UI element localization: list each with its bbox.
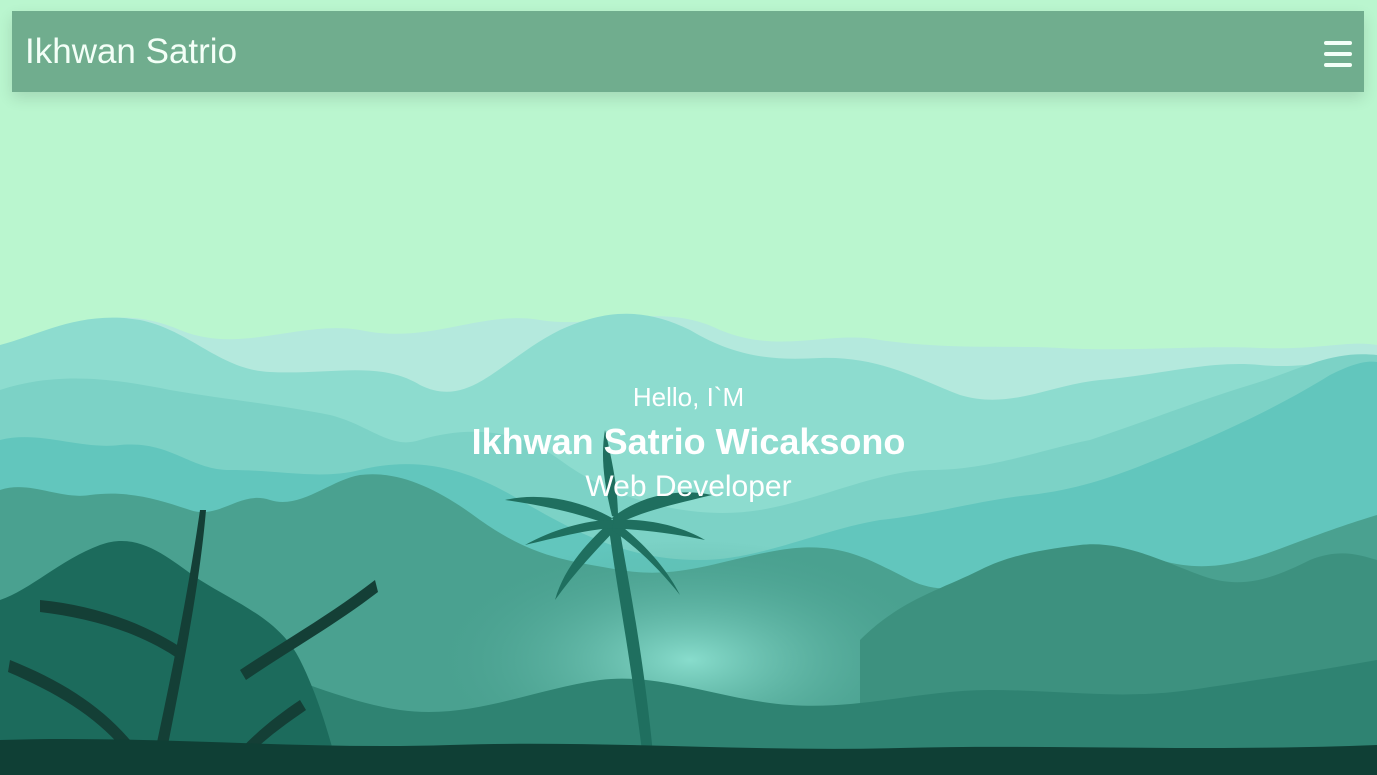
hero-greeting: Hello, I`M xyxy=(632,382,745,412)
hero-role: Web Developer xyxy=(585,470,792,503)
menu-bar-bottom xyxy=(1324,62,1352,67)
hero-name: Ikhwan Satrio Wicaksono xyxy=(471,421,906,462)
hero-intro: Hello, I`M Ikhwan Satrio Wicaksono Web D… xyxy=(0,380,1377,504)
brand-link[interactable]: Ikhwan Satrio xyxy=(25,32,237,72)
top-navbar: Ikhwan Satrio xyxy=(12,11,1364,92)
hamburger-menu-icon[interactable] xyxy=(1324,40,1352,67)
menu-bar-middle xyxy=(1324,51,1352,56)
menu-bar-top xyxy=(1324,40,1352,45)
